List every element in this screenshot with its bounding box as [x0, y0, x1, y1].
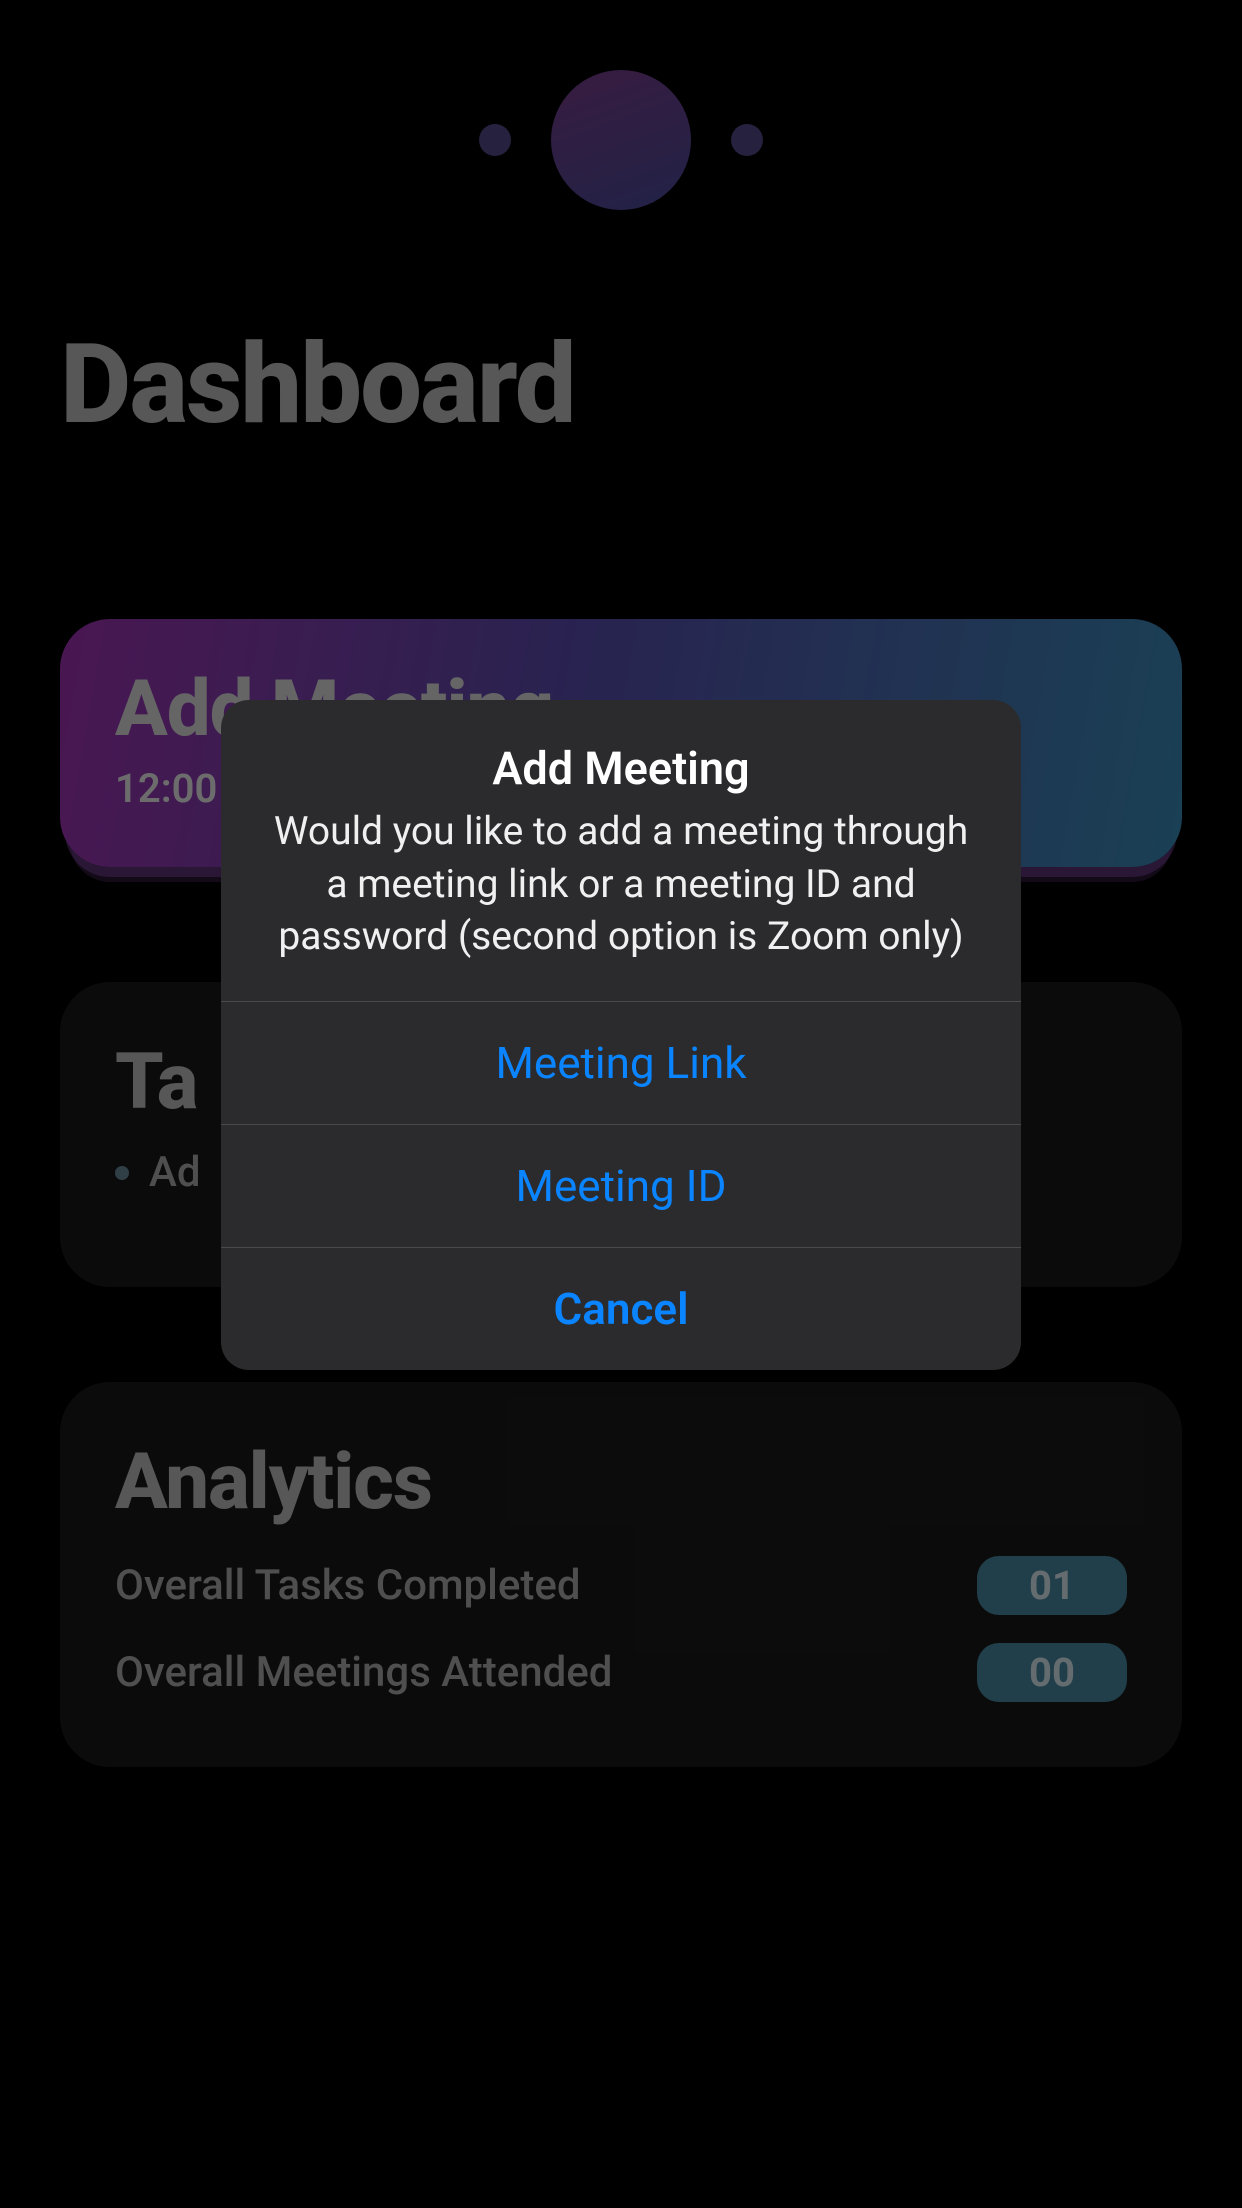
alert-title: Add Meeting	[271, 742, 971, 795]
meeting-id-button[interactable]: Meeting ID	[221, 1124, 1021, 1247]
cancel-button[interactable]: Cancel	[221, 1247, 1021, 1370]
add-meeting-alert: Add Meeting Would you like to add a meet…	[221, 700, 1021, 1370]
alert-header: Add Meeting Would you like to add a meet…	[221, 700, 1021, 1001]
alert-message: Would you like to add a meeting through …	[271, 805, 971, 963]
meeting-link-button[interactable]: Meeting Link	[221, 1001, 1021, 1124]
